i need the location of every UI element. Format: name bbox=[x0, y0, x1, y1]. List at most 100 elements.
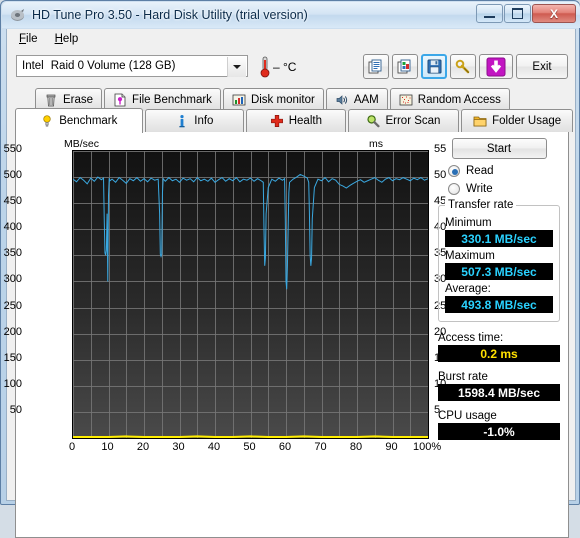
y-tick: 550 bbox=[3, 143, 22, 155]
maximize-button[interactable] bbox=[504, 4, 531, 23]
minimum-label: Minimum bbox=[445, 217, 492, 229]
save-icon[interactable] bbox=[421, 54, 447, 79]
burst-rate-value: 1598.4 MB/sec bbox=[438, 384, 560, 401]
random-access-icon bbox=[399, 93, 413, 107]
bar-chart-icon bbox=[232, 93, 246, 107]
download-icon[interactable] bbox=[479, 54, 513, 79]
tab-strip: Erase File Benchmark Disk monitor AAM Ra… bbox=[4, 88, 575, 538]
menu-file[interactable]: File bbox=[15, 32, 48, 46]
tab-health[interactable]: Health bbox=[246, 109, 346, 132]
tab-label: AAM bbox=[353, 94, 379, 106]
transfer-rate-group: Transfer rate Minimum 330.1 MB/sec Maxim… bbox=[438, 199, 560, 322]
lightbulb-icon bbox=[40, 114, 54, 128]
title-bar: HD Tune Pro 3.50 - Hard Disk Utility (tr… bbox=[2, 2, 580, 28]
options-icon[interactable] bbox=[450, 54, 476, 79]
tab-benchmark[interactable]: Benchmark bbox=[15, 108, 143, 133]
tab-label: File Benchmark bbox=[132, 94, 212, 106]
tab-label: Health bbox=[288, 115, 322, 127]
tab-folder-usage[interactable]: Folder Usage bbox=[461, 109, 573, 132]
copy-icon[interactable] bbox=[363, 54, 389, 79]
minimize-button[interactable] bbox=[476, 4, 503, 23]
speaker-icon bbox=[335, 93, 349, 107]
radio-write-label: Write bbox=[466, 183, 493, 195]
results-panel: Start Read Write Transfer rate Minimum 3… bbox=[436, 138, 562, 440]
y-axis-label: MB/sec bbox=[64, 138, 100, 150]
y-tick: 200 bbox=[3, 325, 22, 338]
tab-label: Info bbox=[194, 115, 214, 127]
benchmark-panel: MB/sec ms trial version 5505004504003503… bbox=[4, 132, 569, 538]
tab-error-scan[interactable]: Error Scan bbox=[347, 109, 460, 132]
access-time-label: Access time: bbox=[438, 332, 504, 344]
tab-label: Folder Usage bbox=[492, 115, 562, 127]
x-tick: 30 bbox=[172, 441, 185, 453]
info-icon bbox=[175, 114, 189, 128]
x-tick: 100% bbox=[413, 441, 442, 453]
x-tick: 60 bbox=[278, 441, 292, 453]
y-tick: 150 bbox=[3, 351, 22, 364]
x-tick: 90 bbox=[385, 441, 398, 453]
tab-label: Benchmark bbox=[59, 115, 118, 127]
y2-axis-label: ms bbox=[369, 138, 383, 150]
x-tick: 40 bbox=[207, 441, 221, 453]
y-tick: 300 bbox=[3, 273, 22, 286]
start-button[interactable]: Start bbox=[451, 138, 547, 159]
radio-read[interactable]: Read bbox=[448, 165, 562, 177]
copy-image-icon[interactable] bbox=[392, 54, 418, 79]
thermometer-icon bbox=[259, 56, 271, 78]
close-button[interactable]: X bbox=[532, 4, 576, 23]
plot-area: trial version bbox=[72, 150, 429, 439]
tab-random-access[interactable]: Random Access bbox=[389, 88, 510, 111]
app-icon bbox=[9, 7, 26, 24]
temperature-value: – °C bbox=[273, 60, 297, 74]
app-window: HD Tune Pro 3.50 - Hard Disk Utility (tr… bbox=[0, 0, 580, 538]
cpu-usage-label: CPU usage bbox=[438, 410, 497, 422]
x-tick: 0 bbox=[68, 441, 76, 453]
maximum-label: Maximum bbox=[445, 250, 495, 262]
folder-icon bbox=[473, 114, 487, 128]
menu-bar: File Help bbox=[7, 29, 575, 50]
tab-label: Error Scan bbox=[385, 115, 441, 127]
tab-label: Disk monitor bbox=[250, 94, 315, 106]
tab-label: Random Access bbox=[417, 94, 501, 106]
drive-name: Raid 0 Volume (128 GB) bbox=[50, 60, 176, 72]
x-tick: 70 bbox=[314, 441, 327, 453]
access-time-value: 0.2 ms bbox=[438, 345, 560, 362]
maximum-value: 507.3 MB/sec bbox=[445, 263, 553, 280]
health-cross-icon bbox=[270, 114, 284, 128]
x-tick: 50 bbox=[243, 441, 256, 453]
tab-disk-monitor[interactable]: Disk monitor bbox=[222, 88, 324, 111]
magnifier-icon bbox=[366, 114, 381, 128]
cpu-usage-value: -1.0% bbox=[438, 423, 560, 440]
chevron-down-icon[interactable] bbox=[227, 57, 246, 77]
tab-label: Erase bbox=[63, 94, 94, 106]
client-area: File Help Intel Raid 0 Volume (128 GB) – … bbox=[4, 29, 576, 538]
window-controls: X bbox=[476, 4, 576, 23]
tab-info[interactable]: Info bbox=[144, 109, 245, 132]
radio-write[interactable]: Write bbox=[448, 183, 562, 195]
transfer-rate-title: Transfer rate bbox=[445, 199, 517, 211]
window-title: HD Tune Pro 3.50 - Hard Disk Utility (tr… bbox=[32, 8, 308, 22]
drive-select-text: Intel Raid 0 Volume (128 GB) bbox=[17, 60, 175, 72]
radio-read-dot bbox=[448, 165, 460, 177]
average-value: 493.8 MB/sec bbox=[445, 296, 553, 313]
exit-button[interactable]: Exit bbox=[516, 54, 568, 79]
minimum-value: 330.1 MB/sec bbox=[445, 230, 553, 247]
plot-svg bbox=[73, 151, 428, 438]
toolbar: Intel Raid 0 Volume (128 GB) – °C Exit bbox=[7, 50, 575, 88]
menu-help[interactable]: Help bbox=[51, 32, 89, 46]
trash-icon bbox=[44, 93, 58, 107]
radio-read-label: Read bbox=[466, 165, 494, 177]
drive-select[interactable]: Intel Raid 0 Volume (128 GB) bbox=[16, 55, 248, 77]
x-axis-ticks: 0 10 20 30 40 50 60 70 80 90 100% bbox=[28, 441, 448, 457]
y-tick: 50 bbox=[9, 403, 22, 416]
drive-brand: Intel bbox=[22, 60, 44, 72]
benchmark-chart: MB/sec ms trial version 5505004504003503… bbox=[4, 138, 447, 453]
y-tick: 350 bbox=[3, 247, 22, 260]
burst-rate-label: Burst rate bbox=[438, 371, 488, 383]
y-tick: 400 bbox=[3, 221, 22, 234]
x-tick: 80 bbox=[349, 441, 363, 453]
secondary-results: Access time: 0.2 ms Burst rate 1598.4 MB… bbox=[438, 332, 560, 440]
tab-aam[interactable]: AAM bbox=[325, 88, 388, 111]
x-tick: 10 bbox=[101, 441, 114, 453]
y-tick: 500 bbox=[3, 169, 22, 182]
